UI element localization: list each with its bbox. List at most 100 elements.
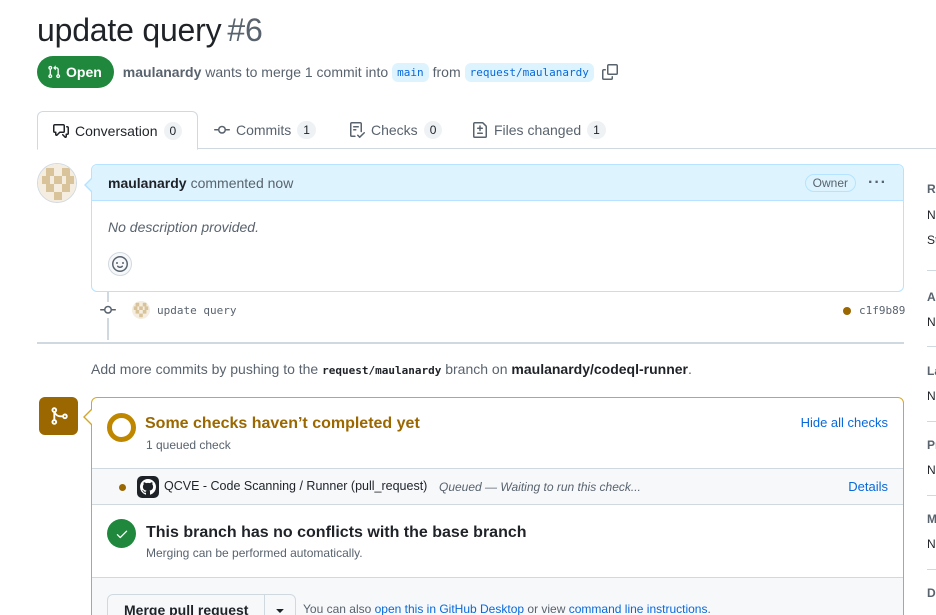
sidebar-assignees-label[interactable]: As [927, 290, 936, 304]
file-diff-icon [473, 122, 487, 138]
git-pull-request-icon [48, 65, 61, 79]
sidebar-divider [927, 346, 936, 347]
owner-badge: Owner [804, 174, 856, 192]
identicon-icon [132, 301, 150, 319]
check-name: QCVE - Code Scanning / Runner (pull_requ… [164, 479, 428, 493]
sidebar-divider [927, 569, 936, 570]
also-prefix: You can also [303, 602, 372, 615]
sidebar-labels-value: N [927, 389, 936, 403]
merge-box-arrow-inner [85, 410, 92, 424]
pr-title-text: update query [37, 12, 222, 48]
sidebar-reviewers-value: N [927, 208, 936, 222]
tab-conversation-count: 0 [163, 121, 183, 140]
push-hint-prefix: Add more commits by pushing to the [91, 361, 319, 377]
tab-commits[interactable]: Commits 1 [214, 111, 316, 149]
merge-box: Some checks haven’t completed yet 1 queu… [91, 397, 904, 615]
pr-number: #6 [227, 12, 263, 48]
copy-icon[interactable] [601, 64, 618, 80]
triangle-down-icon [276, 609, 284, 613]
git-commit-icon [100, 302, 116, 318]
sidebar-projects-label[interactable]: Pr [927, 438, 936, 452]
check-row: QCVE - Code Scanning / Runner (pull_requ… [92, 468, 903, 505]
base-branch-label[interactable]: main [392, 62, 429, 82]
tab-files-changed[interactable]: Files changed 1 [472, 111, 606, 149]
also-suffix: . [707, 602, 711, 615]
tab-conversation-label: Conversation [75, 122, 158, 139]
tab-files-changed-label: Files changed [494, 122, 582, 138]
head-branch-label[interactable]: request/maulanardy [464, 62, 594, 82]
tab-checks-label: Checks [371, 122, 418, 138]
command-line-instructions-link[interactable]: command line instructions [569, 602, 708, 615]
pr-state-badge: Open [37, 56, 114, 88]
merge-method-dropdown[interactable] [265, 595, 295, 615]
merge-alternatives-text: You can also open this in GitHub Desktop… [303, 602, 711, 615]
conflict-title: This branch has no conflicts with the ba… [146, 524, 527, 541]
sidebar-development-label[interactable]: D [927, 586, 936, 600]
open-in-desktop-link[interactable]: open this in GitHub Desktop [375, 602, 524, 615]
tab-conversation[interactable]: Conversation 0 [37, 111, 199, 150]
comment-body: No description provided. [108, 219, 259, 235]
pr-description-comment: maulanardy commented now Owner ··· No de… [84, 164, 904, 292]
sidebar-labels-label[interactable]: La [927, 364, 936, 378]
timeline-divider [37, 342, 904, 344]
push-hint-branch: request/maulanardy [322, 364, 442, 377]
pr-tabs: Conversation 0 Commits 1 Checks 0 Files … [37, 111, 936, 150]
sidebar-divider [927, 421, 936, 422]
tab-commits-count: 1 [297, 121, 316, 139]
merge-pull-request-button[interactable]: Merge pull request [108, 595, 266, 615]
add-reaction-button[interactable] [108, 252, 132, 276]
pr-from-text: from [432, 64, 461, 80]
avatar[interactable] [37, 163, 77, 203]
check-circle-icon [107, 519, 136, 548]
queued-dot-icon [119, 484, 126, 491]
sidebar-divider [927, 270, 936, 271]
commit-sha-link[interactable]: c1f9b89 [859, 304, 905, 317]
pr-merge-text: wants to merge 1 commit into [205, 64, 389, 80]
git-merge-icon [51, 407, 68, 425]
commit-message-link[interactable]: update query [157, 304, 236, 317]
checklist-icon [350, 122, 365, 138]
pr-title: update query #6 [37, 12, 263, 49]
comment-discussion-icon [53, 123, 69, 138]
push-hint-middle: branch on [445, 361, 508, 377]
smiley-icon [112, 256, 128, 272]
checks-subtitle: 1 queued check [146, 438, 231, 452]
pending-status-icon [107, 413, 136, 442]
commit-author-avatar[interactable] [132, 301, 150, 319]
identicon-icon [38, 164, 76, 202]
conflict-subtitle: Merging can be performed automatically. [146, 546, 363, 560]
checks-title: Some checks haven’t completed yet [145, 415, 420, 432]
sidebar-projects-value: N [927, 463, 936, 477]
comment-action: commented now [190, 174, 294, 191]
merge-status-icon [39, 397, 78, 435]
kebab-menu-icon[interactable]: ··· [868, 174, 887, 192]
check-details-link[interactable]: Details [848, 479, 888, 494]
sidebar-divider [927, 495, 936, 496]
tab-checks[interactable]: Checks 0 [349, 111, 443, 149]
sidebar-milestone-label[interactable]: M [927, 512, 936, 526]
sidebar-reviewers-label[interactable]: Re [927, 182, 936, 196]
pr-state-label: Open [66, 64, 102, 80]
pr-sidebar: Re N St As N La N Pr N M N D [920, 170, 936, 615]
git-commit-icon [214, 125, 230, 134]
conflict-status: This branch has no conflicts with the ba… [92, 505, 903, 577]
sidebar-milestone-value: N [927, 537, 936, 551]
merge-actions: Merge pull request You can also open thi… [92, 577, 903, 615]
github-logo-icon [137, 476, 159, 498]
pr-author-link[interactable]: maulanardy [123, 64, 202, 80]
comment-header: maulanardy commented now [92, 165, 903, 201]
sidebar-reviewers-extra: St [927, 233, 936, 247]
tab-files-changed-count: 1 [587, 121, 606, 139]
pr-meta-row: Open maulanardy wants to merge 1 commit … [37, 56, 618, 88]
hide-all-checks-link[interactable]: Hide all checks [801, 415, 888, 430]
commit-status-dot-icon[interactable] [843, 307, 851, 315]
also-middle: or view [527, 602, 566, 615]
push-hint-repo[interactable]: maulanardy/codeql-runner [511, 361, 688, 377]
push-hint-suffix: . [688, 361, 692, 377]
comment-author[interactable]: maulanardy [108, 175, 187, 191]
checks-summary: Some checks haven’t completed yet 1 queu… [92, 398, 903, 469]
tab-checks-count: 0 [423, 121, 443, 139]
tab-commits-label: Commits [236, 122, 292, 138]
merge-button-group: Merge pull request [107, 594, 296, 615]
push-hint: Add more commits by pushing to the reque… [91, 361, 692, 377]
